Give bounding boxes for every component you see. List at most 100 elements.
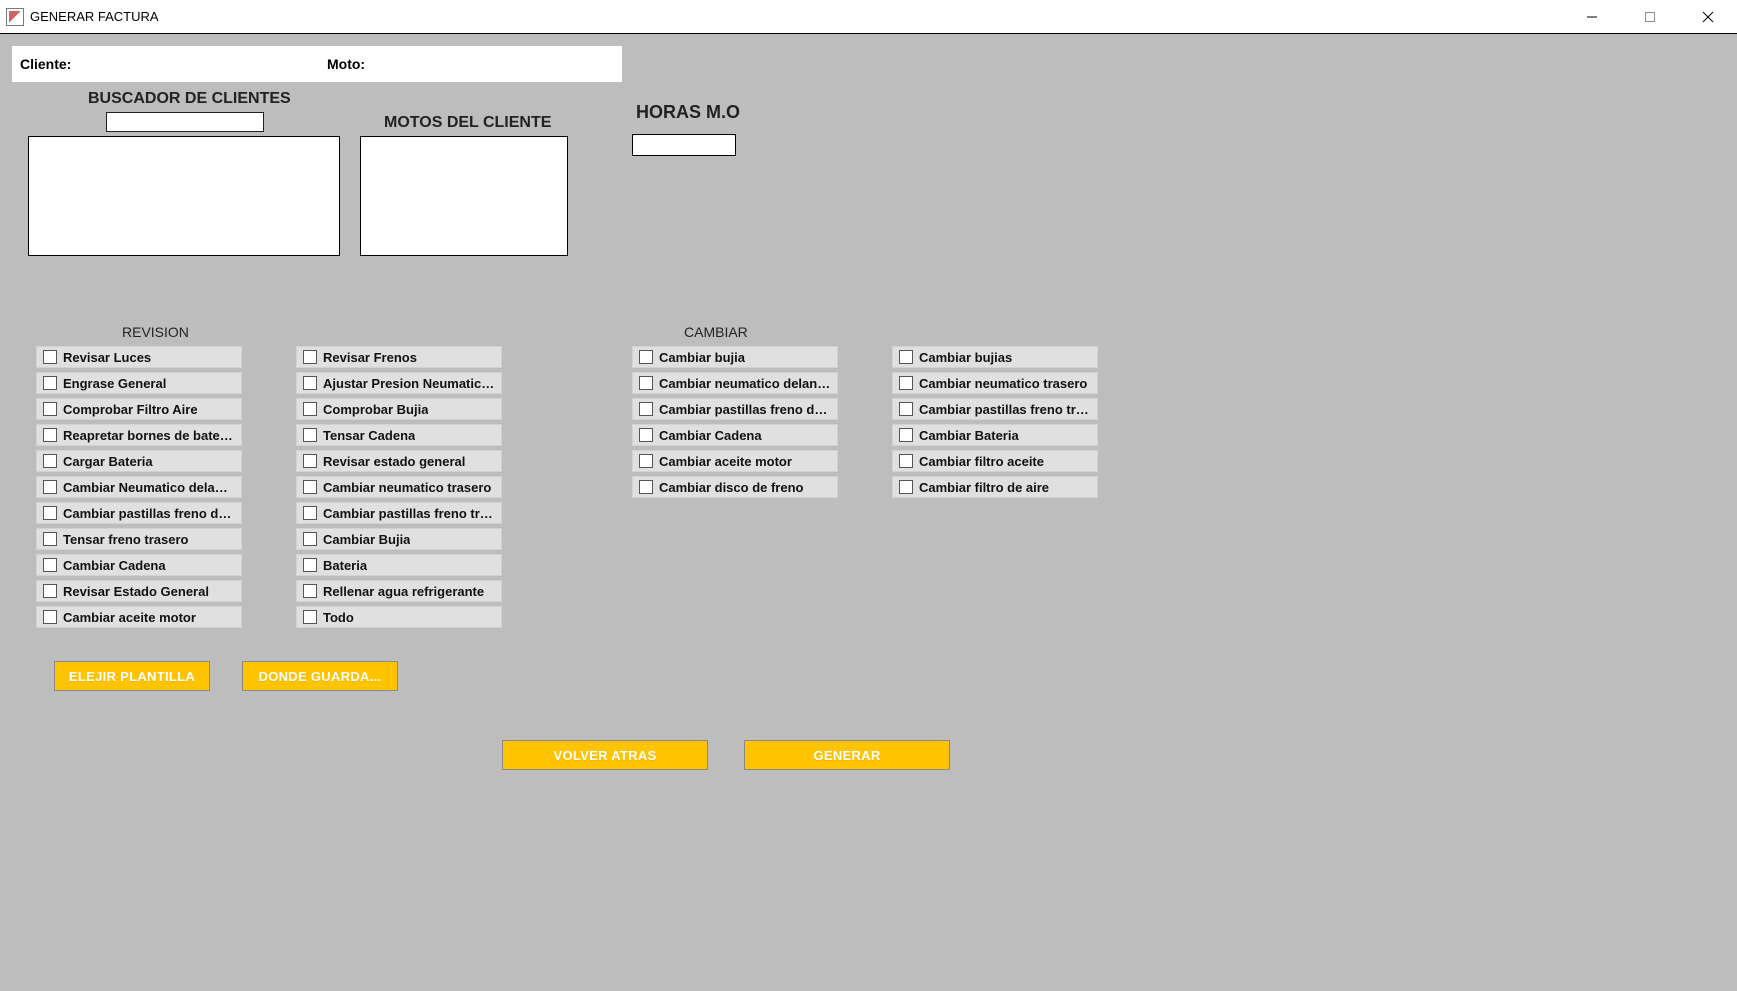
checkbox-icon: [43, 610, 57, 624]
cambiar-checkbox[interactable]: Cambiar filtro de aire: [892, 476, 1098, 498]
checkbox-icon: [303, 350, 317, 364]
donde-guardar-button[interactable]: DONDE GUARDA...: [242, 661, 398, 691]
checkbox-label: Cambiar pastillas freno delant...: [659, 402, 831, 417]
revision-checkbox[interactable]: Tensar freno trasero: [36, 528, 242, 550]
horas-title: HORAS M.O: [636, 102, 740, 123]
revision-checkbox[interactable]: Cambiar aceite motor: [36, 606, 242, 628]
buscador-input[interactable]: [106, 112, 264, 132]
checkbox-icon: [43, 376, 57, 390]
cambiar-checkbox[interactable]: Cambiar pastillas freno trasero: [892, 398, 1098, 420]
revision-checkbox[interactable]: Revisar Luces: [36, 346, 242, 368]
revision-checkbox[interactable]: Cambiar neumatico trasero: [296, 476, 502, 498]
content-area: Cliente: Moto: BUSCADOR DE CLIENTES MOTO…: [0, 34, 1737, 991]
volver-atras-button[interactable]: VOLVER ATRAS: [502, 740, 708, 770]
cambiar-checkbox[interactable]: Cambiar aceite motor: [632, 450, 838, 472]
checkbox-icon: [639, 402, 653, 416]
moto-label: Moto:: [327, 56, 365, 72]
revision-checkbox[interactable]: Reapretar bornes de bateria y...: [36, 424, 242, 446]
checkbox-label: Cambiar neumatico trasero: [919, 376, 1087, 391]
minimize-icon: [1586, 11, 1598, 23]
checkbox-icon: [639, 480, 653, 494]
revision-checkbox[interactable]: Cambiar Neumatico delantero: [36, 476, 242, 498]
close-icon: [1702, 11, 1714, 23]
cambiar-checkbox[interactable]: Cambiar bujias: [892, 346, 1098, 368]
cambiar-checkbox[interactable]: Cambiar pastillas freno delant...: [632, 398, 838, 420]
section-title-cambiar: CAMBIAR: [684, 324, 748, 340]
checkbox-label: Cambiar filtro aceite: [919, 454, 1044, 469]
checkbox-label: Comprobar Filtro Aire: [63, 402, 198, 417]
checkbox-icon: [899, 402, 913, 416]
checkbox-icon: [43, 350, 57, 364]
cambiar-checkbox[interactable]: Cambiar disco de freno: [632, 476, 838, 498]
revision-checkbox[interactable]: Cambiar pastillas freno trasero: [296, 502, 502, 524]
checkbox-label: Cambiar neumatico delantero: [659, 376, 831, 391]
revision-checkbox[interactable]: Revisar Estado General: [36, 580, 242, 602]
checkbox-label: Bateria: [323, 558, 367, 573]
cambiar-checkbox[interactable]: Cambiar Bateria: [892, 424, 1098, 446]
checkbox-label: Revisar Frenos: [323, 350, 417, 365]
checkbox-label: Comprobar Bujia: [323, 402, 428, 417]
revision-checkbox[interactable]: Comprobar Bujia: [296, 398, 502, 420]
checkbox-icon: [43, 558, 57, 572]
checkbox-icon: [639, 350, 653, 364]
buscador-list[interactable]: [28, 136, 340, 256]
revision-checkbox[interactable]: Cambiar Bujia: [296, 528, 502, 550]
checkbox-label: Cambiar Cadena: [659, 428, 762, 443]
info-bar: Cliente: Moto:: [12, 46, 622, 82]
cambiar-checkbox[interactable]: Cambiar Cadena: [632, 424, 838, 446]
checkbox-icon: [303, 376, 317, 390]
checkbox-icon: [43, 506, 57, 520]
checkbox-label: Cambiar filtro de aire: [919, 480, 1049, 495]
checkbox-label: Cambiar Bateria: [919, 428, 1019, 443]
checkbox-icon: [303, 506, 317, 520]
cambiar-checkbox[interactable]: Cambiar neumatico trasero: [892, 372, 1098, 394]
cambiar-checkbox[interactable]: Cambiar bujia: [632, 346, 838, 368]
checkbox-icon: [303, 584, 317, 598]
checkbox-icon: [639, 454, 653, 468]
checkbox-label: Cambiar neumatico trasero: [323, 480, 491, 495]
revision-checkbox[interactable]: Cambiar pastillas freno delant...: [36, 502, 242, 524]
checkbox-label: Cambiar Neumatico delantero: [63, 480, 235, 495]
checkbox-icon: [303, 610, 317, 624]
revision-checkbox[interactable]: Engrase General: [36, 372, 242, 394]
checkbox-label: Revisar estado general: [323, 454, 465, 469]
checkbox-label: Cambiar bujias: [919, 350, 1012, 365]
checkbox-icon: [303, 532, 317, 546]
checkbox-label: Cambiar pastillas freno delant...: [63, 506, 235, 521]
checkbox-icon: [43, 532, 57, 546]
cambiar-checkbox[interactable]: Cambiar neumatico delantero: [632, 372, 838, 394]
checkbox-icon: [303, 480, 317, 494]
checkbox-label: Todo: [323, 610, 354, 625]
checkbox-icon: [303, 558, 317, 572]
revision-checkbox[interactable]: Cargar Bateria: [36, 450, 242, 472]
checkbox-label: Cambiar aceite motor: [659, 454, 792, 469]
cambiar-checkbox[interactable]: Cambiar filtro aceite: [892, 450, 1098, 472]
checkbox-label: Cambiar bujia: [659, 350, 745, 365]
generar-button[interactable]: GENERAR: [744, 740, 950, 770]
maximize-icon: [1644, 11, 1656, 23]
revision-checkbox[interactable]: Ajustar Presion Neumaticos: [296, 372, 502, 394]
revision-checkbox[interactable]: Todo: [296, 606, 502, 628]
app-icon: [6, 8, 24, 26]
revision-checkbox[interactable]: Revisar Frenos: [296, 346, 502, 368]
revision-checkbox[interactable]: Bateria: [296, 554, 502, 576]
motos-list[interactable]: [360, 136, 568, 256]
horas-input[interactable]: [632, 134, 736, 156]
revision-checkbox[interactable]: Cambiar Cadena: [36, 554, 242, 576]
revision-checkbox[interactable]: Comprobar Filtro Aire: [36, 398, 242, 420]
elejir-plantilla-button[interactable]: ELEJIR PLANTILLA: [54, 661, 210, 691]
revision-checkbox[interactable]: Revisar estado general: [296, 450, 502, 472]
section-title-revision: REVISION: [122, 324, 189, 340]
buscador-title: BUSCADOR DE CLIENTES: [88, 90, 291, 108]
checkbox-icon: [43, 402, 57, 416]
revision-checkbox[interactable]: Rellenar agua refrigerante: [296, 580, 502, 602]
checkbox-icon: [899, 454, 913, 468]
maximize-button[interactable]: [1621, 0, 1679, 33]
checkbox-icon: [899, 376, 913, 390]
motos-title: MOTOS DEL CLIENTE: [384, 114, 551, 132]
revision-checkbox[interactable]: Tensar Cadena: [296, 424, 502, 446]
titlebar: GENERAR FACTURA: [0, 0, 1737, 34]
button-label: GENERAR: [813, 748, 880, 763]
close-button[interactable]: [1679, 0, 1737, 33]
minimize-button[interactable]: [1563, 0, 1621, 33]
